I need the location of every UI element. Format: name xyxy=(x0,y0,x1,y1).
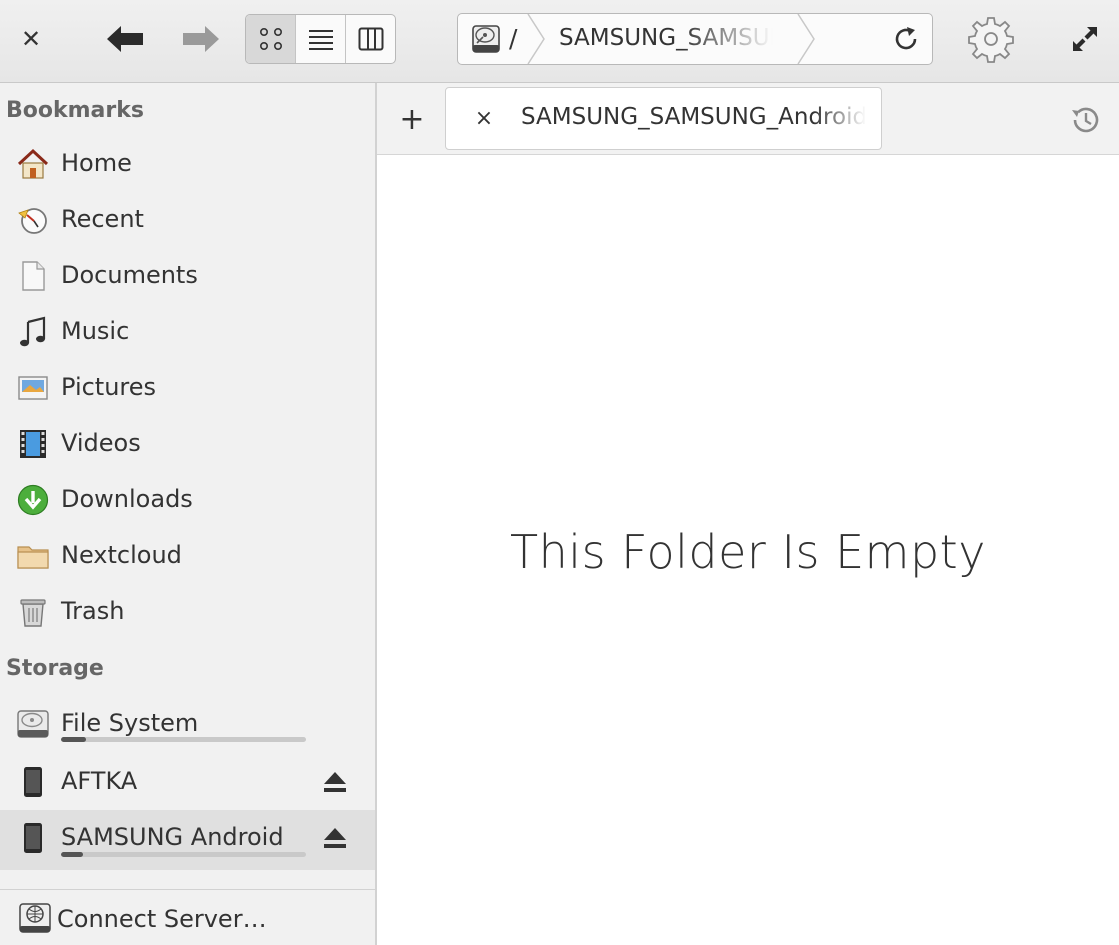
phone-icon xyxy=(24,767,42,797)
harddisk-icon xyxy=(17,710,49,738)
sidebar-item-recent[interactable]: Recent xyxy=(0,192,375,248)
gear-icon xyxy=(968,17,1014,63)
forward-arrow-icon xyxy=(183,26,219,52)
eject-icon[interactable] xyxy=(322,770,348,794)
sidebar: Bookmarks Home Recent Documents Music Pi… xyxy=(0,83,377,945)
sidebar-item-music[interactable]: Music xyxy=(0,304,375,360)
back-arrow-icon xyxy=(107,26,143,52)
history-icon[interactable] xyxy=(1069,103,1103,137)
settings-button[interactable] xyxy=(964,12,1018,66)
plus-icon: + xyxy=(399,101,425,137)
sidebar-item-trash[interactable]: Trash xyxy=(0,584,375,640)
tab-label: SAMSUNG_SAMSUNG_Android xyxy=(521,104,866,130)
new-tab-button[interactable]: + xyxy=(397,101,427,137)
file-view[interactable]: This Folder Is Empty xyxy=(377,155,1119,945)
back-button[interactable] xyxy=(104,20,146,58)
list-view-icon xyxy=(308,30,333,50)
location-bar[interactable]: / SAMSUNG_SAMSUNG_Android xyxy=(457,13,933,65)
trash-icon xyxy=(20,599,46,627)
view-mode-switcher xyxy=(245,14,396,64)
reload-icon[interactable] xyxy=(891,24,921,54)
usage-bar xyxy=(61,737,306,742)
sidebar-divider xyxy=(0,889,375,890)
tab-samsung[interactable]: × SAMSUNG_SAMSUNG_Android xyxy=(445,87,882,150)
sidebar-item-pictures[interactable]: Pictures xyxy=(0,360,375,416)
recent-icon xyxy=(18,208,47,234)
phone-icon xyxy=(24,823,42,853)
sidebar-item-downloads[interactable]: Downloads xyxy=(0,472,375,528)
column-view-button[interactable] xyxy=(346,15,395,63)
storage-header: Storage xyxy=(6,656,104,681)
tab-close-button[interactable]: × xyxy=(470,102,498,134)
sidebar-item-file-system[interactable]: File System xyxy=(0,694,375,750)
sidebar-item-samsung-android[interactable]: SAMSUNG Android xyxy=(0,810,375,870)
maximize-button[interactable] xyxy=(1066,20,1104,58)
path-separator-icon xyxy=(797,14,815,64)
close-window-button[interactable]: ✕ xyxy=(12,20,50,58)
videos-icon xyxy=(20,430,46,458)
connect-server-label: Connect Server… xyxy=(57,905,267,933)
sidebar-item-home[interactable]: Home xyxy=(0,136,375,192)
bookmarks-header: Bookmarks xyxy=(6,98,144,123)
path-crumb[interactable]: SAMSUNG_SAMSUNG_Android xyxy=(559,25,784,51)
usage-bar xyxy=(61,852,306,857)
sidebar-item-videos[interactable]: Videos xyxy=(0,416,375,472)
folder-icon xyxy=(17,546,49,569)
connect-server-button[interactable]: Connect Server… xyxy=(0,891,375,945)
home-icon xyxy=(17,148,49,179)
header-toolbar: ✕ / SAMSUNG_SAMSUN xyxy=(0,0,1119,83)
sidebar-item-nextcloud[interactable]: Nextcloud xyxy=(0,528,375,584)
close-icon: × xyxy=(474,105,494,131)
pictures-icon xyxy=(18,376,48,400)
music-icon xyxy=(20,316,46,347)
sidebar-item-aftka[interactable]: AFTKA xyxy=(0,754,375,810)
usage-fill xyxy=(61,737,86,742)
grid-view-icon xyxy=(259,27,282,50)
usage-fill xyxy=(61,852,84,857)
column-view-icon xyxy=(358,27,383,51)
list-view-button[interactable] xyxy=(296,15,346,63)
tab-bar: + × SAMSUNG_SAMSUNG_Android xyxy=(377,83,1119,155)
path-root[interactable]: / xyxy=(509,24,517,53)
path-separator-icon xyxy=(527,14,545,64)
documents-icon xyxy=(22,261,45,291)
forward-button[interactable] xyxy=(180,20,222,58)
sidebar-item-documents[interactable]: Documents xyxy=(0,248,375,304)
eject-icon[interactable] xyxy=(322,826,348,850)
network-server-icon xyxy=(19,903,51,933)
harddisk-icon xyxy=(472,25,500,53)
downloads-icon xyxy=(17,484,49,516)
icon-view-button[interactable] xyxy=(246,15,296,63)
maximize-icon xyxy=(1073,27,1097,51)
close-icon: ✕ xyxy=(20,25,42,53)
empty-folder-message: This Folder Is Empty xyxy=(510,525,986,579)
